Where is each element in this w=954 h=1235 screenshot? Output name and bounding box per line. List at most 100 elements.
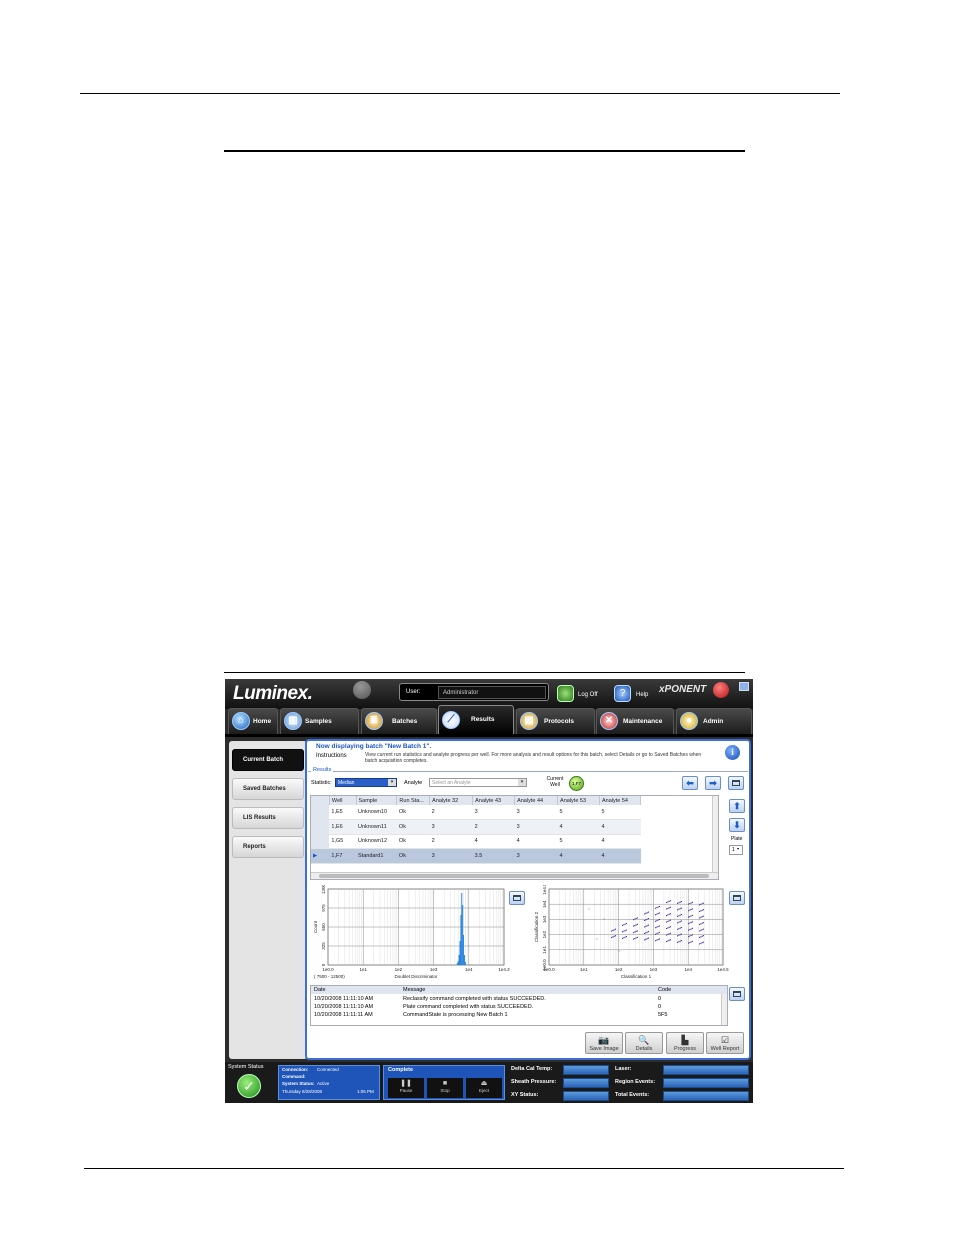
details-button[interactable]: 🔍 Details <box>625 1032 663 1054</box>
vertical-scrollbar[interactable] <box>712 796 718 873</box>
statistic-label: Statistic: <box>311 780 332 786</box>
chevron-down-icon: ▾ <box>737 846 740 851</box>
scatter-point <box>644 926 646 928</box>
scatter-point <box>623 937 625 939</box>
arrow-up-icon: ⬆ <box>733 801 741 811</box>
well-report-button[interactable]: ☑ Well Report <box>706 1032 744 1054</box>
scatter-point <box>633 932 635 934</box>
scatter-point <box>679 914 681 916</box>
info-icon[interactable]: i <box>725 745 740 760</box>
chevron-down-icon: ▾ <box>388 779 396 786</box>
save-image-button[interactable]: 📷 Save Image <box>585 1032 623 1054</box>
scatter-point <box>611 930 613 932</box>
sidebar-item-saved-batches[interactable]: Saved Batches <box>232 778 304 800</box>
horizontal-scrollbar[interactable] <box>311 872 718 879</box>
tab-home[interactable]: ⌂ Home <box>228 708 278 734</box>
scatter-point <box>702 909 704 911</box>
x-tick-label: 1e4 <box>465 967 473 972</box>
sidebar-item-reports[interactable]: Reports <box>232 836 304 858</box>
xy-status-label: XY Status: <box>511 1092 539 1098</box>
scatter-point <box>647 924 649 926</box>
eject-button[interactable]: ⏏ Eject <box>466 1078 502 1098</box>
scatter-point <box>680 901 682 903</box>
protocols-icon: ▤ <box>520 712 538 730</box>
scatter-point <box>700 936 702 938</box>
scatter-point <box>625 936 627 938</box>
scatter-point <box>625 929 627 931</box>
y-tick-label: 1e4.5 <box>542 885 547 895</box>
scatter-point <box>691 940 693 942</box>
scatter-point <box>678 928 680 930</box>
scatter-point <box>635 917 637 919</box>
scatter-point <box>633 919 635 921</box>
tab-results[interactable]: ⟋ Results <box>438 705 514 735</box>
y-tick-label: 975 <box>321 904 326 912</box>
scatter-point <box>667 933 669 935</box>
scatter-point <box>691 908 693 910</box>
scatter-point <box>699 943 701 945</box>
orb-decoration <box>353 681 371 699</box>
results-table: Well Sample Run Sta... Analyte 32 Analyt… <box>311 796 641 864</box>
maximize-histogram-button[interactable] <box>509 891 525 905</box>
tab-protocols[interactable]: ▤ Protocols <box>516 708 595 734</box>
histogram-chart: 1e0.0 1e1 1e2 1e3 1e4 1e4.3 0 325 650 975 1300 Doub… <box>310 883 510 981</box>
scatter-point <box>612 929 614 931</box>
tab-samples[interactable]: ▥ Samples <box>280 708 359 734</box>
scrollbar-thumb[interactable] <box>319 874 709 878</box>
table-row-selected[interactable]: ▶ 1,F7 Standard1 Ok 3 3.5 3 4 4 <box>311 848 641 864</box>
help-icon[interactable]: ? <box>614 685 631 702</box>
tab-maintenance[interactable]: ✕ Maintenance <box>596 708 674 734</box>
table-row[interactable]: 1,E6 Unknown11 Ok 3 2 3 4 4 <box>311 819 641 835</box>
progress-button[interactable]: ▙ Progress <box>666 1032 704 1054</box>
status-orb-icon <box>713 682 729 698</box>
maximize-scatter-button[interactable] <box>729 891 745 905</box>
scatter-point <box>645 912 647 914</box>
log-row: 10/20/2008 11:11:10 AM Plate command com… <box>314 1004 662 1010</box>
column-header <box>311 796 330 805</box>
scatter-point <box>689 916 691 918</box>
maximize-log-button[interactable] <box>729 987 745 1001</box>
scatter-point <box>688 942 690 944</box>
tab-batches[interactable]: ≣ Batches <box>361 708 437 734</box>
table-row[interactable]: 1,G5 Unknown12 Ok 2 4 4 5 4 <box>311 834 641 849</box>
scroll-up-button[interactable]: ⬆ <box>729 799 745 813</box>
logoff-icon[interactable] <box>557 685 574 702</box>
user-label: User: <box>406 689 421 695</box>
prev-well-button[interactable]: ⬅ <box>682 776 698 790</box>
column-header: Analyte 44 <box>514 796 559 805</box>
sheath-pressure-field <box>563 1078 609 1088</box>
log-scrollbar[interactable] <box>721 994 727 1025</box>
scroll-down-button[interactable]: ⬇ <box>729 818 745 832</box>
scatter-point <box>669 906 671 908</box>
scatter-point <box>667 927 669 929</box>
scatter-point <box>622 924 624 926</box>
x-tick-label: 1e0.0 <box>322 967 334 972</box>
scatter-point <box>634 938 636 940</box>
plate-select[interactable]: 1 ▾ <box>729 845 743 855</box>
sidebar-item-current-batch[interactable]: Current Batch <box>232 749 304 771</box>
batches-icon: ≣ <box>365 712 383 730</box>
scatter-point <box>645 932 647 934</box>
scatter-point <box>700 923 702 925</box>
tab-admin[interactable]: ● Admin <box>676 708 752 734</box>
stop-icon: ■ <box>442 1080 448 1087</box>
sidebar-item-lis-results[interactable]: LIS Results <box>232 807 304 829</box>
scatter-point <box>680 920 682 922</box>
pause-button[interactable]: ❚❚ Pause <box>388 1078 424 1098</box>
statistic-select[interactable]: Median ▾ <box>335 778 397 787</box>
column-header: Analyte 53 <box>557 796 600 805</box>
scatter-point <box>679 908 681 910</box>
analyte-select[interactable]: Select an Analyte ▾ <box>429 778 527 787</box>
y-tick-label: 1e3 <box>542 915 547 923</box>
chart-icon: ▙ <box>681 1035 689 1045</box>
scatter-point <box>691 901 693 903</box>
next-well-button[interactable]: ➡ <box>705 776 721 790</box>
scatter-point <box>700 903 702 905</box>
logoff-button[interactable]: Log Off <box>578 692 598 698</box>
window-menu-icon[interactable] <box>739 682 749 691</box>
scatter-point <box>646 931 648 933</box>
table-row[interactable]: 1,E5 Unknown10 Ok 2 3 3 5 5 <box>311 805 641 820</box>
help-button[interactable]: Help <box>636 692 648 698</box>
stop-button[interactable]: ■ Stop <box>427 1078 463 1098</box>
maximize-results-button[interactable] <box>728 776 744 790</box>
